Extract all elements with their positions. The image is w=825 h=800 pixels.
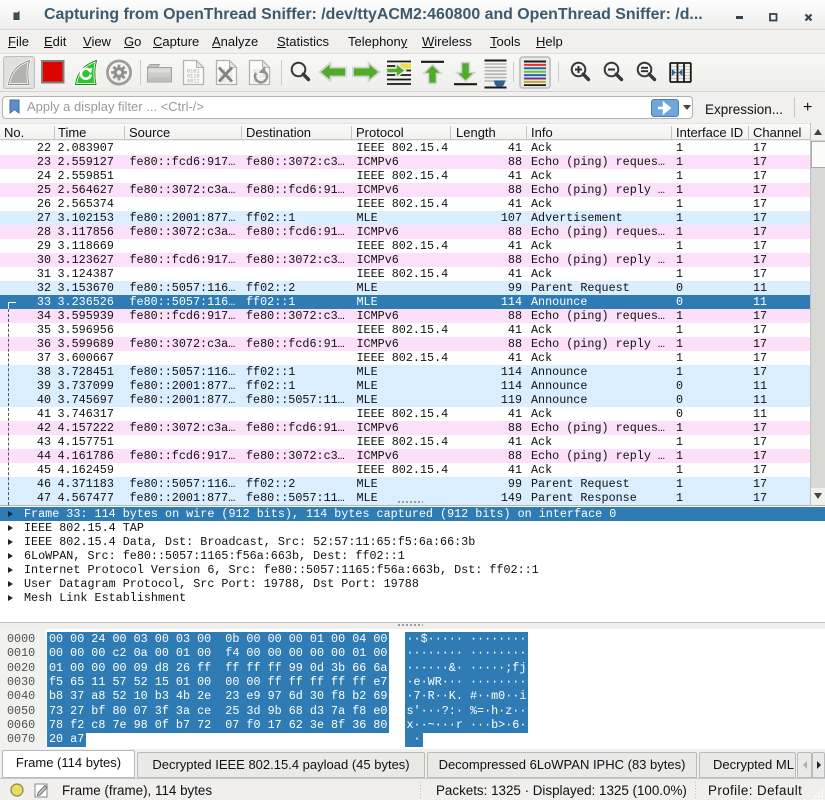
svg-text:0011: 0011 [187,79,199,85]
